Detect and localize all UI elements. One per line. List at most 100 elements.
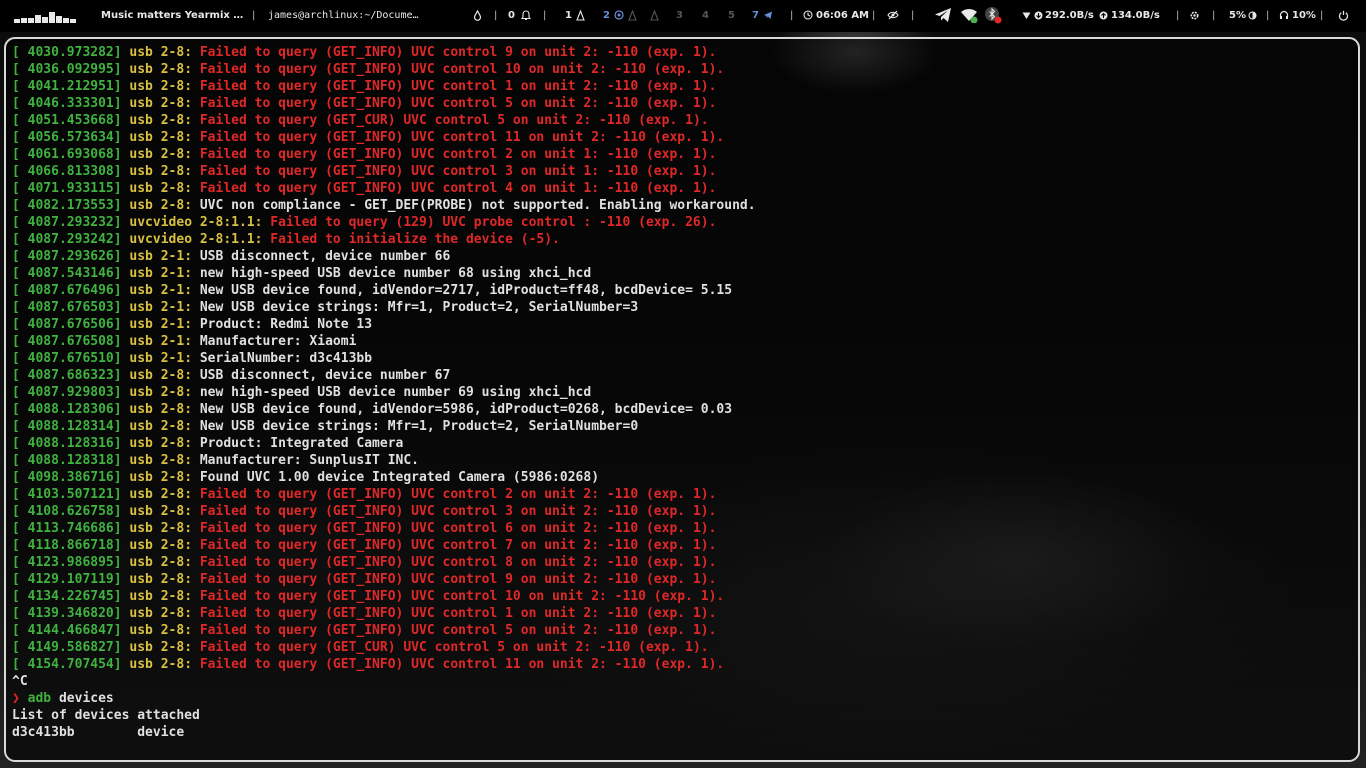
telegram-icon[interactable] — [934, 0, 952, 32]
log-source: usb 2-8: — [129, 657, 193, 672]
notification-count[interactable]: 0 — [508, 0, 515, 32]
bluetooth-icon[interactable] — [984, 0, 1002, 32]
command-name: adb — [27, 691, 52, 706]
log-message: Failed to query (GET_INFO) UVC control 1… — [199, 79, 717, 94]
log-message: Failed to query (129) UVC probe control … — [270, 215, 717, 230]
log-source: uvcvideo 2-8:1.1: — [129, 215, 263, 230]
log-source: usb 2-8: — [129, 436, 193, 451]
log-message: Failed to query (GET_INFO) UVC control 1… — [199, 130, 725, 145]
terminal-output: [ 4030.973282] usb 2-8: Failed to query … — [12, 44, 756, 741]
log-message: Failed to query (GET_INFO) UVC control 1… — [199, 62, 725, 77]
log-timestamp: [ 4134.226745] — [12, 589, 122, 604]
log-source: usb 2-8: — [129, 589, 193, 604]
log-timestamp: [ 4087.293626] — [12, 249, 122, 264]
log-line: [ 4108.626758] usb 2-8: Failed to query … — [12, 503, 756, 520]
workspace-2[interactable]: 2 — [603, 0, 610, 32]
prompt-line[interactable]: ❯ adb devices — [12, 690, 756, 707]
log-timestamp: [ 4087.676506] — [12, 317, 122, 332]
log-timestamp: [ 4088.128314] — [12, 419, 122, 434]
log-line: [ 4087.293242] uvcvideo 2-8:1.1: Failed … — [12, 231, 756, 248]
bell-icon[interactable] — [520, 0, 532, 32]
log-message: UVC non compliance - GET_DEF(PROBE) not … — [199, 198, 756, 213]
workspace-4[interactable]: 4 — [702, 0, 709, 32]
power-icon[interactable] — [1338, 0, 1349, 32]
chrome-icon — [614, 0, 624, 32]
gear-icon[interactable] — [1189, 0, 1200, 32]
workspace-1[interactable]: 1 — [565, 0, 572, 32]
log-line: [ 4088.128318] usb 2-8: Manufacturer: Su… — [12, 452, 756, 469]
brightness-level[interactable]: 5% — [1229, 0, 1246, 32]
log-source: usb 2-8: — [129, 504, 193, 519]
log-line: [ 4123.986895] usb 2-8: Failed to query … — [12, 554, 756, 571]
log-source: usb 2-8: — [129, 470, 193, 485]
wifi-icon[interactable] — [960, 0, 978, 32]
arch-icon — [628, 0, 637, 32]
log-message: Failed to query (GET_INFO) UVC control 8… — [199, 555, 717, 570]
net-down-icon — [1022, 0, 1031, 32]
upload-icon — [1099, 0, 1108, 32]
log-line: [ 4087.929803] usb 2-8: new high-speed U… — [12, 384, 756, 401]
eye-off-icon[interactable] — [887, 0, 899, 32]
log-source: usb 2-8: — [129, 45, 193, 60]
log-message: new high-speed USB device number 68 usin… — [199, 266, 592, 281]
terminal-window[interactable]: [ 4030.973282] usb 2-8: Failed to query … — [4, 37, 1360, 762]
log-timestamp: [ 4087.676503] — [12, 300, 122, 315]
log-source: usb 2-1: — [129, 300, 193, 315]
log-source: usb 2-8: — [129, 79, 193, 94]
log-timestamp: [ 4103.507121] — [12, 487, 122, 502]
separator: | — [1266, 10, 1270, 21]
log-source: usb 2-8: — [129, 62, 193, 77]
prompt-symbol: ❯ — [12, 691, 20, 706]
brightness-icon — [1248, 0, 1257, 32]
workspace-5[interactable]: 5 — [728, 0, 735, 32]
command-output-line: List of devices attached — [12, 708, 200, 723]
download-icon — [1034, 0, 1043, 32]
log-line: [ 4087.293232] uvcvideo 2-8:1.1: Failed … — [12, 214, 756, 231]
volume-level[interactable]: 10% — [1292, 0, 1316, 32]
log-line: [ 4129.107119] usb 2-8: Failed to query … — [12, 571, 756, 588]
workspace-7[interactable]: 7 — [752, 0, 759, 32]
log-source: usb 2-8: — [129, 402, 193, 417]
log-timestamp: [ 4087.686323] — [12, 368, 122, 383]
log-message: Failed to query (GET_INFO) UVC control 5… — [199, 623, 717, 638]
log-line: [ 4087.293626] usb 2-1: USB disconnect, … — [12, 248, 756, 265]
separator: | — [252, 10, 256, 21]
log-line: [ 4144.466847] usb 2-8: Failed to query … — [12, 622, 756, 639]
log-message: Failed to query (GET_CUR) UVC control 5 … — [199, 640, 709, 655]
log-message: Manufacturer: Xiaomi — [199, 334, 357, 349]
log-line: [ 4056.573634] usb 2-8: Failed to query … — [12, 129, 756, 146]
log-message: USB disconnect, device number 66 — [199, 249, 451, 264]
clock[interactable]: 06:06 AM — [816, 0, 869, 32]
log-timestamp: [ 4087.543146] — [12, 266, 122, 281]
log-line: [ 4046.333301] usb 2-8: Failed to query … — [12, 95, 756, 112]
log-source: usb 2-8: — [129, 521, 193, 536]
log-line: [ 4041.212951] usb 2-8: Failed to query … — [12, 78, 756, 95]
log-message: Failed to query (GET_INFO) UVC control 2… — [199, 487, 717, 502]
log-line: [ 4061.693068] usb 2-8: Failed to query … — [12, 146, 756, 163]
arch-icon — [650, 0, 659, 32]
net-down-speed: 292.0B/s — [1045, 10, 1094, 21]
media-title[interactable]: Music matters Yearmix … — [101, 0, 243, 32]
separator: | — [790, 10, 794, 21]
log-line: [ 4036.092995] usb 2-8: Failed to query … — [12, 61, 756, 78]
log-message: USB disconnect, device number 67 — [199, 368, 451, 383]
log-source: usb 2-8: — [129, 555, 193, 570]
log-source: uvcvideo 2-8:1.1: — [129, 232, 263, 247]
log-line: [ 4087.676510] usb 2-1: SerialNumber: d3… — [12, 350, 756, 367]
separator: | — [543, 10, 547, 21]
log-message: Failed to query (GET_INFO) UVC control 3… — [199, 504, 717, 519]
log-timestamp: [ 4046.333301] — [12, 96, 122, 111]
clock-icon — [803, 0, 813, 32]
log-timestamp: [ 4087.929803] — [12, 385, 122, 400]
log-line: [ 4082.173553] usb 2-8: UVC non complian… — [12, 197, 756, 214]
separator: | — [494, 10, 498, 21]
log-source: usb 2-8: — [129, 164, 193, 179]
log-timestamp: [ 4108.626758] — [12, 504, 122, 519]
log-timestamp: [ 4087.676510] — [12, 351, 122, 366]
workspace-3[interactable]: 3 — [676, 0, 683, 32]
log-timestamp: [ 4154.707454] — [12, 657, 122, 672]
log-line: [ 4103.507121] usb 2-8: Failed to query … — [12, 486, 756, 503]
log-line: [ 4087.543146] usb 2-1: new high-speed U… — [12, 265, 756, 282]
log-message: Failed to query (GET_CUR) UVC control 5 … — [199, 113, 709, 128]
log-timestamp: [ 4087.676496] — [12, 283, 122, 298]
